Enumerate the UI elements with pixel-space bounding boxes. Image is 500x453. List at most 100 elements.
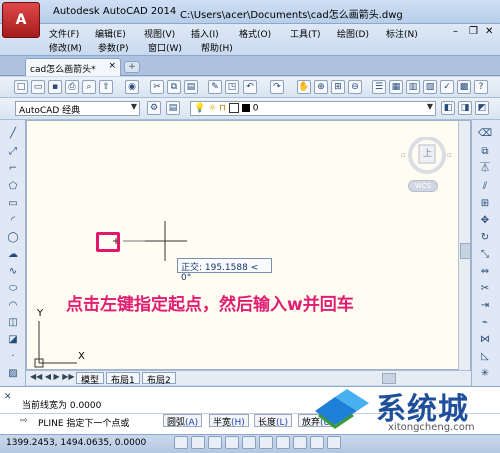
dynamic-ucs-icon[interactable] [310, 436, 324, 449]
tab-layout2[interactable]: 布局2 [142, 372, 176, 386]
line-icon[interactable]: ╱ [5, 127, 21, 141]
undo-icon[interactable]: ↶ [243, 80, 257, 94]
option-length[interactable]: 长度(L) [254, 414, 293, 428]
markup-icon[interactable]: ✓ [440, 80, 454, 94]
vertical-scroll-thumb[interactable] [460, 243, 471, 259]
new-file-icon[interactable]: □ [14, 80, 28, 94]
menu-help[interactable]: 帮助(H) [199, 41, 235, 54]
3d-object-snap-icon[interactable] [276, 436, 290, 449]
menu-format[interactable]: 格式(O) [237, 27, 273, 40]
tab-layout1[interactable]: 布局1 [106, 372, 140, 386]
circle-icon[interactable]: ◯ [5, 231, 21, 245]
zoom-window-icon[interactable]: ⊞ [331, 80, 345, 94]
zoom-realtime-icon[interactable]: ⊕ [314, 80, 328, 94]
window-close-icon[interactable]: ✕ [485, 26, 493, 37]
tool-palettes-icon[interactable]: ▥ [406, 80, 420, 94]
rectangle-icon[interactable]: ▭ [5, 197, 21, 211]
close-tab-icon[interactable]: × [108, 61, 116, 71]
save-icon[interactable]: ▪ [48, 80, 62, 94]
ellipse-icon[interactable]: ⬭ [5, 282, 21, 296]
object-snap-icon[interactable] [259, 436, 273, 449]
window-restore-icon[interactable]: ❐ [469, 26, 478, 37]
block-editor-icon[interactable]: ◳ [225, 80, 239, 94]
workspace-select[interactable]: AutoCAD 经典 ▼ [15, 101, 140, 116]
arc-icon[interactable]: ◜ [5, 214, 21, 228]
scale-icon[interactable]: ⤡ [477, 248, 493, 262]
menu-parametric[interactable]: 参数(P) [96, 41, 130, 54]
wcs-menu[interactable]: WCS [408, 180, 438, 192]
make-block-icon[interactable]: ◪ [5, 333, 21, 347]
option-arc[interactable]: 圆弧(A) [163, 414, 203, 428]
menu-modify[interactable]: 修改(M) [47, 41, 84, 54]
snap-mode-icon[interactable] [191, 436, 205, 449]
redo-icon[interactable]: ↷ [270, 80, 284, 94]
design-center-icon[interactable]: ▦ [389, 80, 403, 94]
cut-icon[interactable]: ✂ [150, 80, 164, 94]
layer-properties-icon[interactable]: ▤ [166, 101, 180, 115]
menu-window[interactable]: 窗口(W) [146, 41, 184, 54]
menu-edit[interactable]: 编辑(E) [93, 27, 128, 40]
zoom-previous-icon[interactable]: ⊖ [348, 80, 362, 94]
option-halfwidth[interactable]: 半宽(H) [209, 414, 249, 428]
open-folder-icon[interactable]: ▭ [31, 80, 45, 94]
print-preview-icon[interactable]: ⌕ [82, 80, 96, 94]
publish-icon[interactable]: ⇪ [99, 80, 113, 94]
spline-icon[interactable]: ∿ [5, 265, 21, 279]
copy-icon[interactable]: ⧉ [167, 80, 181, 94]
polygon-icon[interactable]: ⬠ [5, 180, 21, 194]
extend-icon[interactable]: ⇥ [477, 299, 493, 313]
infer-constraints-icon[interactable] [174, 436, 188, 449]
explode-icon[interactable]: ✳ [477, 367, 493, 381]
sheet-set-icon[interactable]: ▧ [423, 80, 437, 94]
polyline-icon[interactable]: ⌐ [5, 162, 21, 176]
dynamic-input-icon[interactable] [327, 436, 341, 449]
tab-model[interactable]: 模型 [76, 372, 105, 386]
construction-line-icon[interactable]: ⤢ [5, 145, 21, 159]
vertical-scrollbar[interactable] [458, 121, 471, 370]
menu-file[interactable]: 文件(F) [47, 27, 81, 40]
3d-dwf-icon[interactable]: ◉ [125, 80, 139, 94]
tab-nav-arrows-icon[interactable]: ◀◀ ◀ ▶ ▶▶ [30, 372, 75, 381]
menu-insert[interactable]: 插入(I) [189, 27, 221, 40]
offset-icon[interactable]: ⫽ [477, 180, 493, 194]
quickcalc-icon[interactable]: ▩ [457, 80, 471, 94]
grid-display-icon[interactable] [208, 436, 222, 449]
layer-previous-icon[interactable]: ◨ [458, 101, 472, 115]
workspace-settings-icon[interactable]: ⚙ [147, 101, 161, 115]
help-icon[interactable]: ? [474, 80, 488, 94]
chamfer-icon[interactable]: ◺ [477, 350, 493, 364]
join-icon[interactable]: ⋈ [477, 333, 493, 347]
match-properties-icon[interactable]: ✎ [208, 80, 222, 94]
layer-select[interactable]: 💡 ☼ ⊓ 0 ▼ [190, 101, 436, 116]
insert-block-icon[interactable]: ◫ [5, 316, 21, 330]
rotate-icon[interactable]: ↻ [477, 231, 493, 245]
array-icon[interactable]: ⊞ [477, 197, 493, 211]
stretch-icon[interactable]: ⇔ [477, 265, 493, 279]
menu-dimension[interactable]: 标注(N) [384, 27, 420, 40]
erase-icon[interactable]: ⌫ [477, 127, 493, 141]
ellipse-arc-icon[interactable]: ◠ [5, 299, 21, 313]
point-icon[interactable]: · [5, 350, 21, 364]
window-minimize-icon[interactable]: – [453, 26, 458, 37]
menu-draw[interactable]: 绘图(D) [335, 27, 371, 40]
document-tab[interactable]: cad怎么画箭头* × [25, 58, 121, 76]
layer-state-icon[interactable]: ◩ [475, 101, 489, 115]
horizontal-scroll-thumb[interactable] [382, 373, 396, 384]
copy-object-icon[interactable]: ⧉ [477, 145, 493, 159]
trim-icon[interactable]: ✂ [477, 282, 493, 296]
move-icon[interactable]: ✥ [477, 214, 493, 228]
menu-view[interactable]: 视图(V) [142, 27, 177, 40]
properties-icon[interactable]: ☰ [372, 80, 386, 94]
mirror-icon[interactable]: ⏄ [477, 162, 493, 176]
hatch-icon[interactable]: ▨ [5, 367, 21, 381]
object-snap-tracking-icon[interactable] [293, 436, 307, 449]
polar-tracking-icon[interactable] [242, 436, 256, 449]
ortho-mode-icon[interactable] [225, 436, 239, 449]
command-window-close-icon[interactable]: ✕ [4, 392, 12, 402]
menu-tools[interactable]: 工具(T) [288, 27, 323, 40]
revision-cloud-icon[interactable]: ☁ [5, 248, 21, 262]
new-tab-button[interactable]: + [124, 61, 140, 73]
pan-icon[interactable]: ✋ [297, 80, 311, 94]
application-menu-button[interactable]: A [2, 2, 40, 38]
break-icon[interactable]: ⌁ [477, 316, 493, 330]
